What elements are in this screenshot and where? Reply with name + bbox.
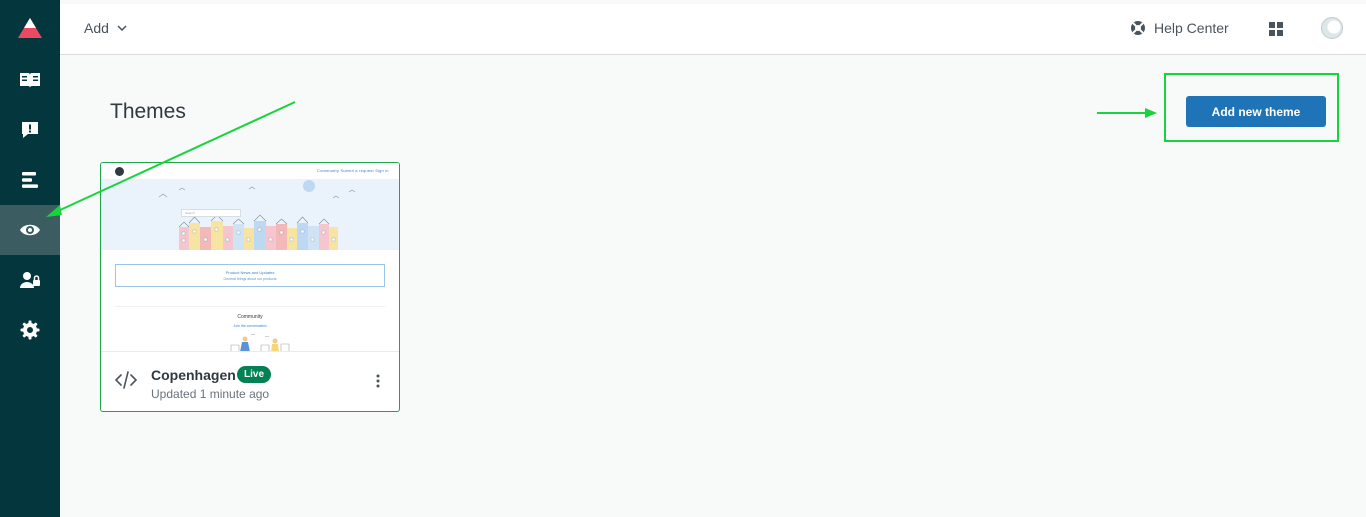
sidebar-item-user-permissions[interactable] bbox=[0, 255, 60, 305]
preview-community-title: Community bbox=[237, 314, 263, 320]
book-icon bbox=[20, 73, 40, 88]
preview-header: Community Submit a request Sign in bbox=[101, 163, 399, 180]
sidebar-item-feedback[interactable] bbox=[0, 105, 60, 155]
houses-illustration bbox=[158, 180, 356, 250]
sidebar bbox=[0, 0, 60, 517]
help-center-label: Help Center bbox=[1154, 20, 1229, 36]
user-lock-icon bbox=[20, 272, 40, 288]
page-title: Themes bbox=[110, 100, 186, 123]
sidebar-item-customize-design[interactable] bbox=[0, 205, 60, 255]
theme-preview-thumbnail[interactable]: Community Submit a request Sign in Searc… bbox=[101, 163, 399, 352]
lifebuoy-icon bbox=[1131, 21, 1145, 35]
alert-comment-icon bbox=[22, 122, 38, 138]
theme-card[interactable]: Community Submit a request Sign in Searc… bbox=[100, 162, 400, 412]
theme-card-footer: Copenhagen Live Updated 1 minute ago bbox=[101, 352, 399, 411]
list-bars-icon bbox=[22, 172, 38, 188]
product-tray-button[interactable] bbox=[1269, 22, 1283, 41]
guide-logo[interactable] bbox=[0, 0, 60, 56]
preview-divider bbox=[115, 306, 385, 307]
logo-icon bbox=[18, 18, 42, 38]
overflow-menu-icon[interactable] bbox=[371, 374, 385, 388]
theme-name: Copenhagen bbox=[151, 367, 236, 383]
add-menu-button[interactable]: Add bbox=[84, 20, 127, 36]
preview-logo-icon bbox=[115, 167, 124, 176]
code-icon bbox=[115, 371, 137, 389]
add-menu-label: Add bbox=[84, 20, 109, 36]
sidebar-item-guide[interactable] bbox=[0, 55, 60, 105]
theme-updated-time: Updated 1 minute ago bbox=[151, 387, 270, 401]
live-badge: Live bbox=[237, 366, 272, 383]
preview-category-title: Product News and Updates bbox=[225, 270, 275, 275]
annotation-arrowhead-button bbox=[1145, 108, 1157, 118]
add-new-theme-button[interactable]: Add new theme bbox=[1186, 96, 1326, 127]
top-bar: Add Help Center bbox=[60, 4, 1366, 55]
sidebar-item-arrange[interactable] bbox=[0, 155, 60, 205]
preview-community-subtitle: Join the conversation bbox=[233, 324, 267, 328]
sidebar-item-settings[interactable] bbox=[0, 305, 60, 355]
chevron-down-icon bbox=[117, 25, 127, 31]
community-illustration bbox=[230, 333, 290, 351]
gear-icon bbox=[20, 320, 40, 340]
preview-nav-links: Community Submit a request Sign in bbox=[317, 168, 389, 173]
eye-icon bbox=[20, 224, 40, 236]
preview-category-subtitle: General things about our products bbox=[223, 277, 277, 281]
help-center-link[interactable]: Help Center bbox=[1130, 20, 1229, 36]
preview-category-box: Product News and Updates General things … bbox=[115, 264, 385, 287]
user-avatar[interactable] bbox=[1321, 17, 1343, 39]
preview-hero: Search bbox=[101, 180, 399, 250]
grid-icon bbox=[1269, 22, 1283, 36]
preview-search-box: Search bbox=[181, 209, 241, 217]
